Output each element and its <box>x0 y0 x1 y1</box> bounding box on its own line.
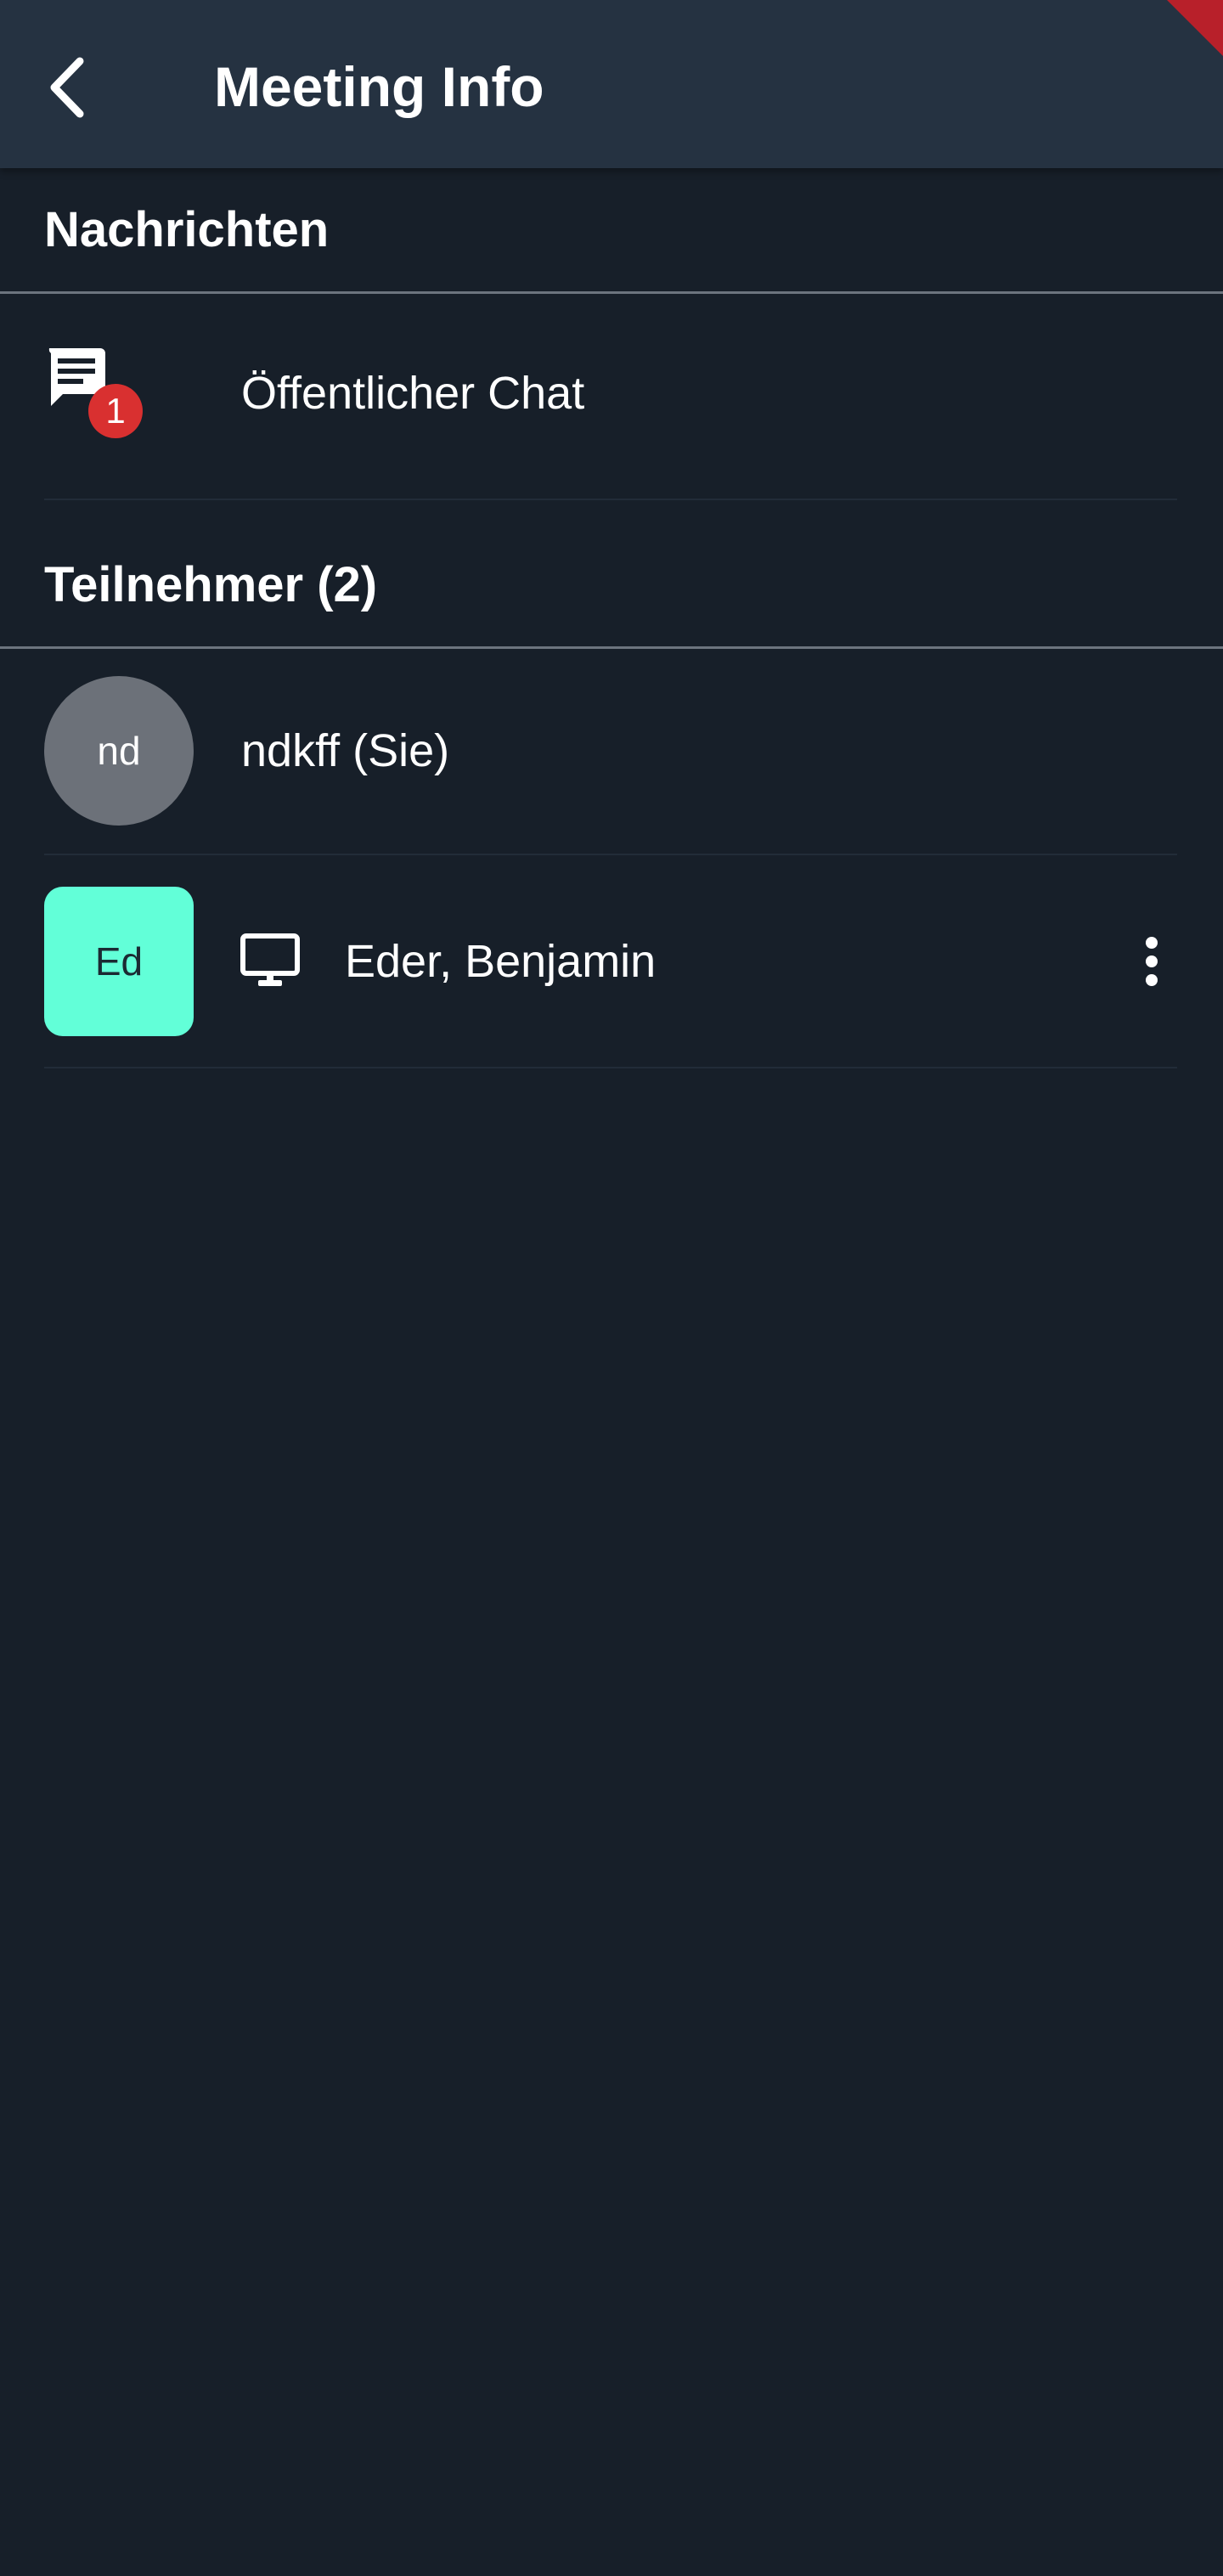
participant-name: ndkff (Sie) <box>241 725 450 776</box>
app-bar: Meeting Info <box>0 0 1223 168</box>
avatar: Ed <box>44 887 194 1036</box>
list-divider <box>44 854 1177 855</box>
desktop-icon <box>240 931 301 992</box>
avatar: nd <box>44 676 194 826</box>
more-options-button[interactable] <box>1121 927 1182 995</box>
chevron-left-icon <box>50 57 84 118</box>
list-divider <box>44 1067 1177 1068</box>
participant-name: Eder, Benjamin <box>345 936 657 987</box>
back-button[interactable] <box>34 42 119 127</box>
chat-list-item-public[interactable]: 1 Öffentlicher Chat <box>0 294 1223 498</box>
section-title-participants: Teilnehmer (2) <box>44 557 378 612</box>
debug-banner-corner <box>1167 0 1223 56</box>
more-vertical-icon <box>1146 937 1158 986</box>
unread-badge: 1 <box>88 384 143 438</box>
page-title: Meeting Info <box>214 55 544 118</box>
chat-label: Öffentlicher Chat <box>241 368 585 419</box>
section-title-messages: Nachrichten <box>44 202 330 257</box>
list-divider <box>44 499 1177 500</box>
participant-row-eder[interactable]: Ed Eder, Benjamin <box>0 860 1223 1063</box>
participant-row-self[interactable]: nd ndkff (Sie) <box>0 649 1223 853</box>
